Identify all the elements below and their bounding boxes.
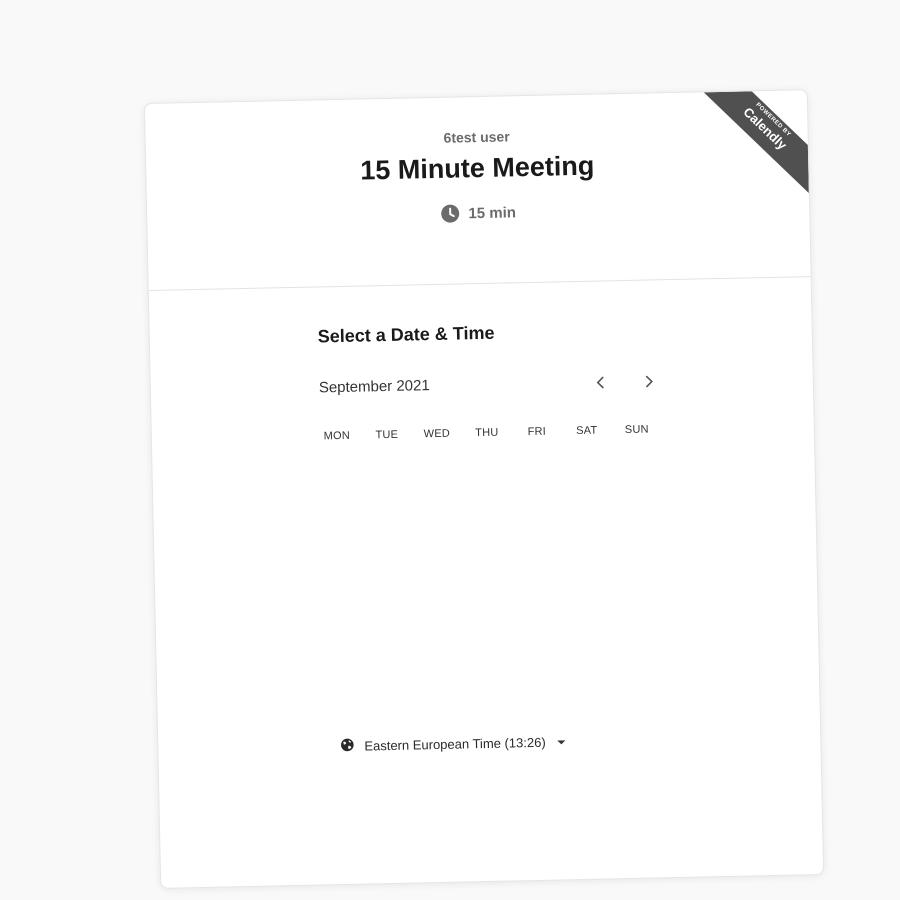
duration-label: 15 min <box>468 203 517 222</box>
select-date-time-heading: Select a Date & Time <box>317 322 495 347</box>
chevron-down-icon <box>557 739 566 745</box>
weekday-sun: SUN <box>624 423 649 437</box>
previous-month-button[interactable] <box>589 370 613 394</box>
month-navigation: September 2021 <box>319 369 659 400</box>
powered-by-badge[interactable]: POWERED BY Calendly <box>702 90 809 196</box>
timezone-selector[interactable]: Eastern European Time (13:26) <box>340 733 566 755</box>
page-background: 6test user 15 Minute Meeting 15 min POWE… <box>0 0 900 900</box>
globe-icon <box>340 738 354 755</box>
event-duration: 15 min <box>147 196 809 230</box>
weekday-wed: WED <box>423 427 451 441</box>
timezone-label: Eastern European Time (13:26) <box>364 734 546 754</box>
powered-by-band: POWERED BY Calendly <box>702 90 809 196</box>
next-month-button[interactable] <box>637 369 661 393</box>
weekday-tue: TUE <box>375 428 399 442</box>
weekday-mon: MON <box>323 429 351 443</box>
chevron-left-icon <box>596 376 604 389</box>
weekday-sat: SAT <box>576 424 598 438</box>
weekday-thu: THU <box>475 426 499 440</box>
weekday-fri: FRI <box>527 425 547 439</box>
booking-card: 6test user 15 Minute Meeting 15 min POWE… <box>143 89 825 889</box>
current-month-label: September 2021 <box>318 377 430 397</box>
event-header: 6test user 15 Minute Meeting 15 min POWE… <box>144 90 811 291</box>
weekday-header: MON TUE WED THU FRI SAT SUN <box>312 423 672 443</box>
clock-icon <box>440 203 460 223</box>
chevron-right-icon <box>645 375 653 388</box>
